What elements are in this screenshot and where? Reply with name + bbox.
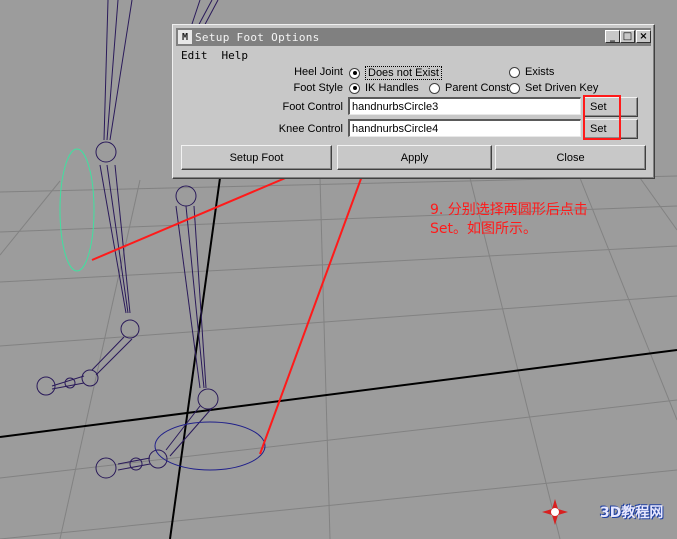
knee-control-label: Knee Control [278, 123, 343, 135]
radio-selected-icon [349, 82, 360, 94]
instruction-annotation: 9. 分别选择两圆形后点击 Set。如图所示。 [430, 202, 588, 237]
maximize-button[interactable]: □ [620, 30, 635, 43]
foot-control-field[interactable]: handnurbsCircle3 [348, 97, 581, 115]
radio-label: Set Driven Key [525, 82, 599, 94]
radio-label: Parent Const [445, 82, 510, 94]
close-button[interactable]: Close [495, 145, 646, 170]
menu-help[interactable]: Help [222, 49, 249, 62]
watermark-text: 3D教程网 [600, 505, 664, 521]
minimize-button[interactable]: _ [605, 30, 620, 43]
foot-style-set-driven-key-radio[interactable]: Set Driven Key [509, 82, 598, 94]
radio-label: Does not Exist [365, 66, 442, 80]
foot-style-ik-handles-radio[interactable]: IK Handles [349, 82, 419, 94]
maya-app-icon: M [178, 30, 192, 44]
radio-label: Exists [525, 66, 555, 78]
radio-unselected-icon [509, 66, 520, 78]
heel-joint-label: Heel Joint [294, 66, 343, 78]
close-window-button[interactable]: × [636, 30, 651, 43]
radio-label: IK Handles [365, 82, 419, 94]
radio-unselected-icon [429, 82, 440, 94]
foot-control-circle[interactable] [154, 421, 266, 471]
knee-control-field[interactable]: handnurbsCircle4 [348, 119, 581, 137]
radio-selected-icon [349, 67, 360, 79]
heel-joint-exists-radio[interactable]: Exists [509, 66, 554, 78]
window-title: Setup Foot Options [195, 30, 320, 44]
menu-bar: Edit Help [176, 47, 651, 64]
apply-button[interactable]: Apply [337, 145, 492, 170]
set-buttons-highlight [583, 95, 621, 140]
heel-joint-does-not-exist-radio[interactable]: Does not Exist [349, 66, 442, 80]
watermark-logo-icon [542, 499, 568, 525]
menu-edit[interactable]: Edit [181, 49, 208, 62]
foot-style-label: Foot Style [293, 82, 343, 94]
knee-control-circle[interactable] [59, 148, 95, 272]
title-bar[interactable]: M Setup Foot Options _ □ × [176, 28, 651, 46]
foot-style-parent-const-radio[interactable]: Parent Const [429, 82, 509, 94]
radio-unselected-icon [509, 82, 520, 94]
setup-foot-button[interactable]: Setup Foot [181, 145, 332, 170]
foot-control-label: Foot Control [282, 101, 343, 113]
